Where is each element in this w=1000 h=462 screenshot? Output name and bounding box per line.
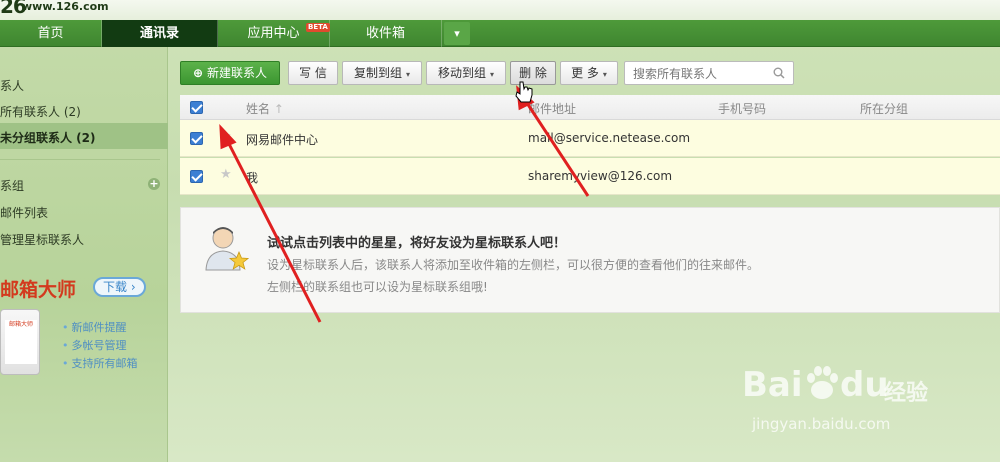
promo-feature: 多帐号管理	[62, 337, 127, 353]
sidebar-item-manage-star[interactable]: 管理星标联系人	[0, 231, 84, 248]
contact-name[interactable]: 我	[246, 169, 258, 186]
write-mail-label: 写 信	[299, 66, 327, 80]
search-icon[interactable]	[773, 67, 785, 79]
watermark: Bai du 经验 jingyan.baidu.com	[742, 355, 942, 445]
chevron-right-icon: ›	[127, 280, 136, 294]
sidebar-section-contacts: 系人	[0, 79, 25, 93]
column-phone[interactable]: 手机号码	[718, 100, 766, 117]
sidebar: 系人 所有联系人 (2) 未分组联系人 (2) 系组 + 邮件列表 管理星标联系…	[0, 47, 168, 462]
star-icon[interactable]: ★	[220, 167, 232, 182]
delete-button[interactable]: 删 除	[510, 61, 556, 85]
top-header: 26 www.126.com	[0, 0, 1000, 20]
contact-star-icon	[205, 227, 249, 271]
row-checkbox[interactable]	[190, 132, 203, 145]
search-input[interactable]	[633, 66, 763, 82]
promo-download-label: 下载	[103, 280, 128, 294]
more-label: 更 多	[571, 66, 599, 80]
sort-arrow-icon: ↑	[273, 102, 284, 116]
contact-email[interactable]: sharemyview@126.com	[528, 169, 672, 183]
sidebar-item-all-contacts[interactable]: 所有联系人 (2)	[0, 103, 81, 120]
tab-label: 应用中心	[247, 26, 300, 41]
table-row[interactable]: ★ 我 sharemyview@126.com	[180, 158, 1000, 195]
sidebar-item-ungrouped[interactable]: 未分组联系人 (2)	[0, 129, 96, 146]
tab-label: 收件箱	[365, 26, 405, 41]
contact-email[interactable]: mail@service.netease.com	[528, 131, 690, 145]
column-group[interactable]: 所在分组	[860, 100, 908, 117]
chevron-down-icon: ▾	[602, 70, 607, 79]
column-name[interactable]: 姓名 ↑	[246, 100, 284, 117]
paw-icon	[807, 366, 838, 399]
move-to-group-button[interactable]: 移动到组 ▾	[426, 61, 506, 85]
tab-contacts[interactable]: 通讯录	[102, 20, 218, 47]
select-all-checkbox[interactable]	[190, 101, 203, 114]
watermark-cn: 经验	[884, 381, 929, 406]
tab-label: 首页	[37, 26, 64, 41]
watermark-brand: Bai	[742, 365, 803, 405]
tip-text: 左侧栏的联系组也可以设为星标联系组哦!	[267, 280, 488, 294]
column-email[interactable]: 邮件地址	[528, 100, 576, 117]
chevron-down-icon: ▾	[454, 27, 460, 40]
star-tip-panel: 试试点击列表中的星星，将好友设为星标联系人吧！ 设为星标联系人后，该联系人将添加…	[180, 207, 1000, 313]
promo-feature: 新邮件提醒	[62, 319, 127, 335]
contact-name[interactable]: 网易邮件中心	[246, 131, 318, 148]
write-mail-button[interactable]: 写 信	[288, 61, 338, 85]
delete-label: 删 除	[519, 66, 547, 80]
main-nav: 首页 通讯录 应用中心 BETA 收件箱 ▾	[0, 20, 1000, 47]
column-name-label: 姓名	[246, 102, 271, 116]
row-checkbox[interactable]	[190, 170, 203, 183]
sidebar-section-groups: 系组	[0, 179, 25, 193]
logo-url: www.126.com	[22, 0, 109, 13]
tip-title: 试试点击列表中的星星，将好友设为星标联系人吧！	[267, 236, 567, 251]
search-box[interactable]	[624, 61, 794, 85]
chevron-down-icon: ▾	[406, 70, 411, 79]
nav-more-button[interactable]: ▾	[444, 22, 470, 45]
phone-screen-label: 邮箱大师	[5, 320, 37, 364]
tab-app-center[interactable]: 应用中心 BETA	[218, 20, 330, 47]
watermark-brand2: du	[840, 365, 889, 405]
watermark-url: jingyan.baidu.com	[752, 415, 891, 433]
tab-inbox[interactable]: 收件箱	[330, 20, 442, 47]
new-contact-label: 新建联系人	[206, 66, 267, 80]
copy-to-group-label: 复制到组	[353, 66, 402, 80]
promo-title: 邮箱大师	[0, 279, 77, 301]
promo-feature: 支持所有邮箱	[62, 355, 138, 371]
tab-home[interactable]: 首页	[0, 20, 102, 47]
phone-image: 邮箱大师	[0, 309, 40, 375]
sidebar-item-mail-list[interactable]: 邮件列表	[0, 204, 48, 221]
table-row[interactable]: ★ 网易邮件中心 mail@service.netease.com	[180, 120, 1000, 157]
sidebar-divider	[0, 159, 160, 160]
promo-download-button[interactable]: 下载 ›	[93, 277, 146, 297]
tip-text: 设为星标联系人后，该联系人将添加至收件箱的左侧栏，可以很方便的查看他们的往来邮件…	[267, 258, 760, 272]
beta-badge: BETA	[306, 23, 330, 32]
tab-label: 通讯录	[139, 26, 179, 41]
star-icon[interactable]: ★	[220, 129, 232, 144]
toolbar: ⊕ 新建联系人 写 信 复制到组 ▾ 移动到组 ▾ 删 除 更 多 ▾	[180, 61, 1000, 87]
copy-to-group-button[interactable]: 复制到组 ▾	[342, 61, 422, 85]
move-to-group-label: 移动到组	[437, 66, 486, 80]
chevron-down-icon: ▾	[490, 70, 495, 79]
table-header: 姓名 ↑ 邮件地址 手机号码 所在分组	[180, 95, 1000, 120]
more-button[interactable]: 更 多 ▾	[560, 61, 618, 85]
new-contact-button[interactable]: ⊕ 新建联系人	[180, 61, 280, 85]
add-user-icon: ⊕	[193, 66, 204, 80]
add-group-icon[interactable]: +	[148, 178, 160, 190]
